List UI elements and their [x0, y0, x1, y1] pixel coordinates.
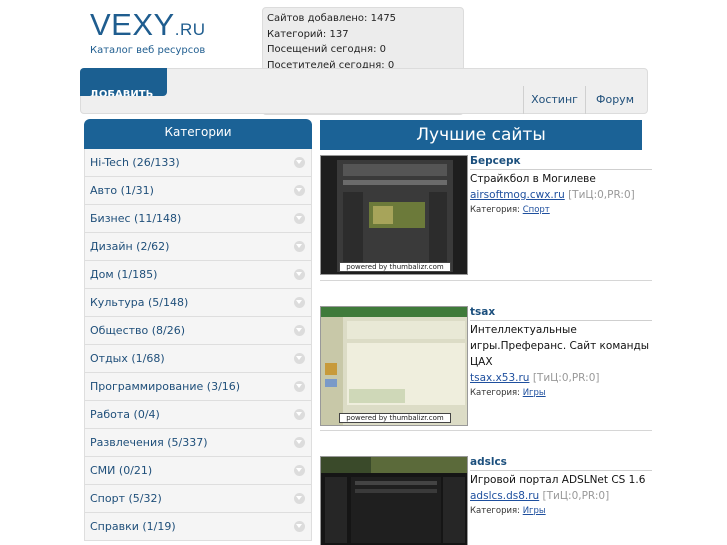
category-item[interactable]: Бизнес (11/148)	[84, 205, 312, 233]
site-thumbnail[interactable]: powered by thumbalizr.com	[320, 155, 468, 275]
chevron-down-icon[interactable]	[294, 409, 305, 420]
logo-title: VEXY.RU	[90, 8, 260, 47]
chevron-down-icon[interactable]	[294, 493, 305, 504]
site-description: Интеллектуальные игры.Преферанс. Сайт ко…	[470, 324, 650, 368]
chevron-down-icon[interactable]	[294, 157, 305, 168]
category-item[interactable]: Спорт (5/32)	[84, 485, 312, 513]
category-item[interactable]: Дизайн (2/62)	[84, 233, 312, 261]
chevron-down-icon[interactable]	[294, 437, 305, 448]
site-entry: powered by thumbalizr.com tsax Интеллект…	[320, 306, 652, 431]
category-label: Спорт (5/32)	[90, 492, 162, 505]
thumbnail-image	[321, 457, 467, 545]
powered-by-badge: powered by thumbalizr.com	[339, 413, 451, 423]
chevron-down-icon[interactable]	[294, 185, 305, 196]
category-item[interactable]: СМИ (0/21)	[84, 457, 312, 485]
chevron-down-icon[interactable]	[294, 213, 305, 224]
stat-sites-added: Сайтов добавлено: 1475	[267, 13, 397, 24]
category-item[interactable]: Программирование (3/16)	[84, 373, 312, 401]
category-label: Дизайн (2/62)	[90, 240, 170, 253]
add-site-button[interactable]: Добавить	[80, 68, 167, 96]
category-item[interactable]: Отдых (1/68)	[84, 345, 312, 373]
site-category-label: Категория:	[470, 388, 520, 398]
category-label: Дом (1/185)	[90, 268, 158, 281]
site-rank-meta: [ТиЦ:0,PR:0]	[542, 490, 610, 502]
thumbnail-image	[321, 156, 467, 274]
site-rank-meta: [ТиЦ:0,PR:0]	[532, 372, 600, 384]
entry-divider	[320, 430, 652, 431]
category-label: Авто (1/31)	[90, 184, 154, 197]
powered-by-badge: powered by thumbalizr.com	[339, 262, 451, 272]
chevron-down-icon[interactable]	[294, 269, 305, 280]
category-label: Отдых (1/68)	[90, 352, 165, 365]
category-label: Культура (5/148)	[90, 296, 189, 309]
site-category-link[interactable]: Игры	[523, 388, 546, 398]
chevron-down-icon[interactable]	[294, 297, 305, 308]
category-label: СМИ (0/21)	[90, 464, 153, 477]
categories-list: Hi-Tech (26/133) Авто (1/31) Бизнес (11/14…	[84, 149, 312, 541]
category-item[interactable]: Работа (0/4)	[84, 401, 312, 429]
site-thumbnail[interactable]: powered by thumbalizr.com	[320, 306, 468, 426]
site-logo[interactable]: VEXY.RU Каталог веб ресурсов	[90, 8, 260, 57]
logo-main-text: VEXY	[90, 7, 175, 42]
categories-title: Категории	[84, 119, 312, 149]
site-name[interactable]: Берсерк	[470, 155, 652, 170]
logo-subtitle: Каталог веб ресурсов	[90, 45, 206, 56]
chevron-down-icon[interactable]	[294, 381, 305, 392]
chevron-down-icon[interactable]	[294, 241, 305, 252]
nav-link-forum[interactable]: Форум	[586, 86, 644, 114]
category-label: Hi-Tech (26/133)	[90, 156, 180, 169]
category-item[interactable]: Справки (1/19)	[84, 513, 312, 541]
best-sites-title: Лучшие сайты	[320, 120, 642, 150]
site-info: tsax Интеллектуальные игры.Преферанс. Са…	[470, 306, 652, 400]
logo-tld: .RU	[174, 20, 206, 39]
category-label: Работа (0/4)	[90, 408, 160, 421]
site-thumbnail[interactable]	[320, 456, 468, 545]
site-category-label: Категория:	[470, 205, 520, 215]
site-rank-meta: [ТиЦ:0,PR:0]	[568, 189, 635, 201]
site-info: adslcs Игровой портал ADSLNet CS 1.6 ads…	[470, 456, 652, 518]
site-description: Игровой портал ADSLNet CS 1.6	[470, 474, 646, 486]
category-item[interactable]: Hi-Tech (26/133)	[84, 149, 312, 177]
category-item[interactable]: Дом (1/185)	[84, 261, 312, 289]
site-url-link[interactable]: adslcs.ds8.ru	[470, 490, 539, 502]
chevron-down-icon[interactable]	[294, 465, 305, 476]
stat-visits-today: Посещений сегодня: 0	[267, 44, 386, 55]
entry-divider	[320, 280, 652, 281]
site-url-link[interactable]: airsoftmog.cwx.ru	[470, 189, 565, 201]
category-label: Справки (1/19)	[90, 520, 176, 533]
nav-link-hosting[interactable]: Хостинг	[524, 86, 585, 114]
category-label: Общество (8/26)	[90, 324, 186, 337]
stat-categories: Категорий: 137	[267, 28, 349, 40]
site-url-link[interactable]: tsax.x53.ru	[470, 372, 529, 384]
categories-panel: Категории Hi-Tech (26/133) Авто (1/31) Биз…	[84, 119, 312, 545]
category-label: Развлечения (5/337)	[90, 436, 208, 449]
category-item[interactable]: Общество (8/26)	[84, 317, 312, 345]
site-category-label: Категория:	[470, 506, 520, 516]
site-name[interactable]: adslcs	[470, 456, 652, 471]
chevron-down-icon[interactable]	[294, 325, 305, 336]
site-category-link[interactable]: Спорт	[523, 205, 550, 215]
category-label: Бизнес (11/148)	[90, 212, 182, 225]
category-item[interactable]: Развлечения (5/337)	[84, 429, 312, 457]
chevron-down-icon[interactable]	[294, 521, 305, 532]
site-entry: powered by thumbalizr.com Берсерк Страйк…	[320, 155, 652, 280]
chevron-down-icon[interactable]	[294, 353, 305, 364]
category-item[interactable]: Культура (5/148)	[84, 289, 312, 317]
site-info: Берсерк Страйкбол в Могилеве airsoftmog.…	[470, 155, 652, 217]
site-description: Страйкбол в Могилеве	[470, 173, 596, 185]
category-label: Программирование (3/16)	[90, 380, 241, 393]
site-name[interactable]: tsax	[470, 306, 652, 321]
thumbnail-image	[321, 307, 467, 425]
site-entry: adslcs Игровой портал ADSLNet CS 1.6 ads…	[320, 456, 652, 545]
category-item[interactable]: Авто (1/31)	[84, 177, 312, 205]
site-category-link[interactable]: Игры	[523, 506, 546, 516]
